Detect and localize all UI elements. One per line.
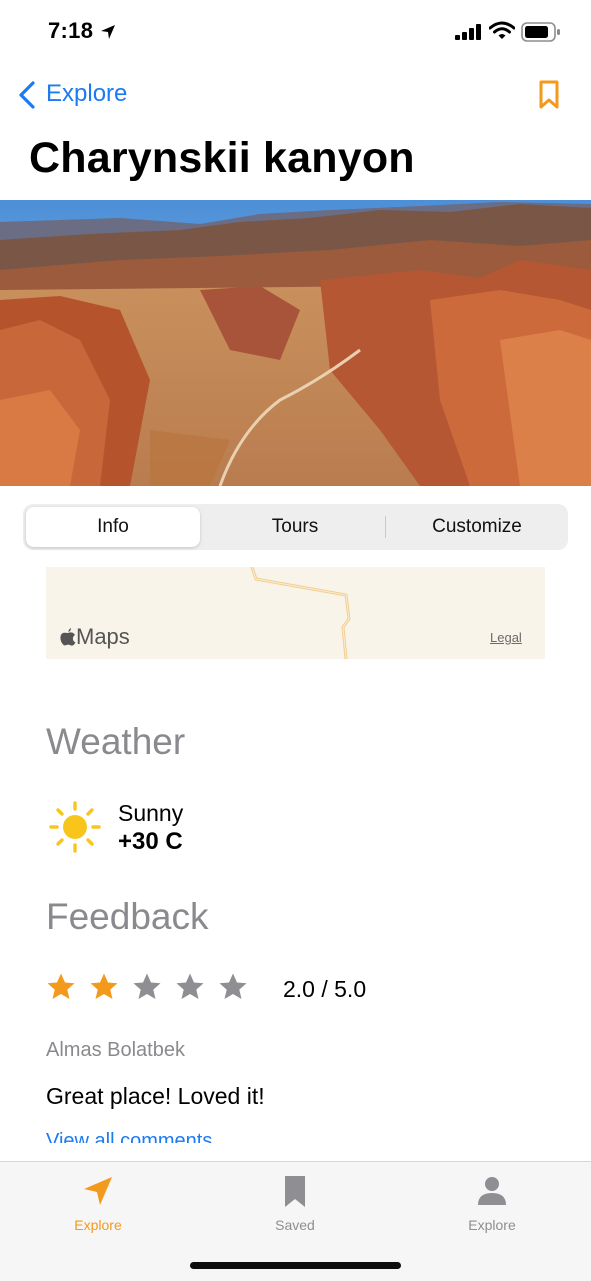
star-icon <box>90 973 118 999</box>
tabbar-label-profile: Explore <box>468 1217 516 1233</box>
tab-info[interactable]: Info <box>26 507 200 547</box>
segment-divider <box>385 516 386 538</box>
tabbar-label-explore: Explore <box>74 1217 122 1233</box>
chevron-left-icon[interactable] <box>16 80 38 110</box>
page-title: Charynskii kanyon <box>29 134 415 182</box>
review-author: Almas Bolatbek <box>46 1039 185 1061</box>
bookmark-icon <box>285 1176 305 1207</box>
wifi-icon <box>489 21 515 39</box>
location-services-icon <box>101 25 115 39</box>
tabbar-item-explore[interactable]: Explore <box>38 1174 158 1233</box>
sun-icon <box>49 801 101 853</box>
location-arrow-icon <box>84 1177 112 1205</box>
home-indicator <box>190 1262 401 1269</box>
canyon-photo <box>0 200 591 486</box>
review-text: Great place! Loved it! <box>46 1083 265 1109</box>
weather-heading: Weather <box>46 721 186 762</box>
cellular-signal-icon <box>455 24 481 40</box>
tab-tours[interactable]: Tours <box>205 507 385 547</box>
maps-brand-text: Maps <box>76 624 130 649</box>
apple-logo-icon <box>60 628 76 646</box>
view-all-comments-link[interactable]: View all comments <box>46 1131 346 1143</box>
tabbar-item-saved[interactable]: Saved <box>235 1174 355 1233</box>
tabbar-label-saved: Saved <box>275 1217 315 1233</box>
star-icon <box>176 973 204 999</box>
weather-temperature: +30 C <box>118 828 183 855</box>
maps-logo: Maps <box>60 624 130 650</box>
star-icon <box>133 973 161 999</box>
view-all-comments-label[interactable]: View all comments <box>46 1131 346 1143</box>
bookmark-icon[interactable] <box>538 80 560 110</box>
battery-icon <box>521 22 560 42</box>
rating-text: 2.0 / 5.0 <box>283 976 367 1002</box>
segmented-control: Info Tours Customize <box>23 504 568 550</box>
feedback-heading: Feedback <box>46 896 209 937</box>
tabbar-item-profile[interactable]: Explore <box>432 1174 552 1233</box>
tab-customize[interactable]: Customize <box>387 507 567 547</box>
back-button[interactable]: Explore <box>46 80 127 108</box>
weather-condition: Sunny <box>118 800 184 826</box>
status-time: 7:18 <box>48 18 94 43</box>
star-icon <box>219 973 247 999</box>
person-icon <box>478 1177 506 1205</box>
legal-link[interactable]: Legal <box>490 630 522 645</box>
star-icon <box>47 973 75 999</box>
